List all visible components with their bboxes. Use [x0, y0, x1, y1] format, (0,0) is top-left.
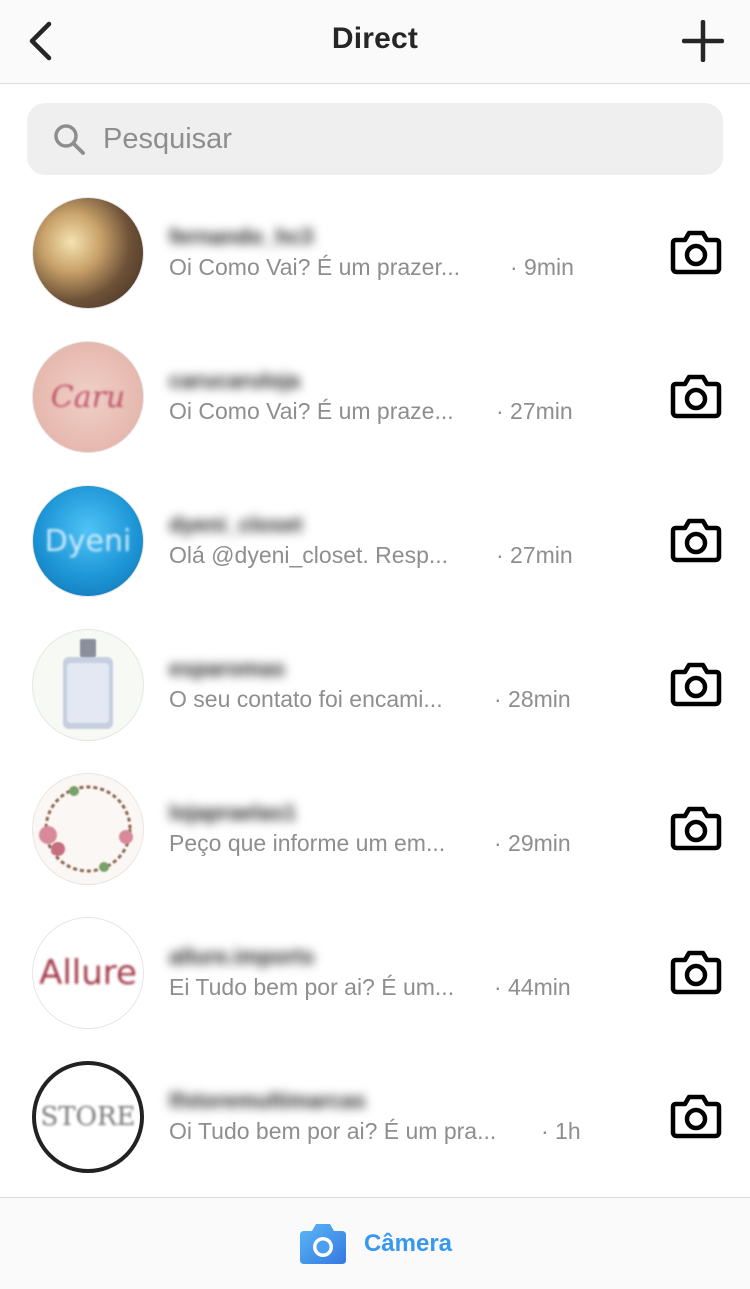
thread-row[interactable]: STORE lfstoremultimarcas Oi Tudo bem por… [0, 1044, 750, 1188]
camera-icon [670, 1094, 722, 1139]
thread-preview: Oi Como Vai? É um prazer... [169, 254, 461, 280]
thread-preview: Oi Tudo bem por ai? É um pra... [169, 1118, 497, 1144]
thread-list: fernando_hc3 Oi Como Vai? É um prazer...… [0, 180, 750, 1188]
thread-username: esparomas [169, 656, 286, 681]
reply-camera-button[interactable] [668, 656, 724, 712]
reply-camera-button[interactable] [668, 224, 724, 280]
camera-icon [299, 1223, 346, 1264]
thread-preview: O seu contato foi encami... [169, 686, 443, 712]
search-bar[interactable] [27, 103, 723, 175]
reply-camera-button[interactable] [668, 800, 724, 856]
thread-username: carucaruloja [169, 368, 300, 393]
new-message-button[interactable] [678, 16, 728, 66]
reply-camera-button[interactable] [668, 368, 724, 424]
thread-username: lojapraelas1 [169, 800, 297, 825]
avatar: Caru [32, 341, 144, 453]
camera-footer-button[interactable]: Câmera [0, 1197, 750, 1289]
thread-username: dyeni_closet [169, 512, 303, 537]
search-icon [51, 121, 87, 157]
thread-preview: Oi Como Vai? É um praze... [169, 398, 454, 424]
top-bar: Direct [0, 0, 750, 84]
avatar: Dyeni [32, 485, 144, 597]
thread-time: · 44min [494, 974, 571, 1000]
avatar: STORE [32, 1061, 144, 1173]
page-title: Direct [331, 22, 419, 55]
thread-username: allure.imports [169, 944, 315, 969]
thread-row[interactable]: Caru carucaruloja Oi Como Vai? É um praz… [0, 324, 750, 468]
thread-preview: Ei Tudo bem por ai? É um... [169, 974, 455, 1000]
thread-time: · 9min [510, 254, 574, 280]
thread-username: lfstoremultimarcas [169, 1088, 366, 1113]
thread-preview: Peço que informe um em... [169, 830, 446, 856]
thread-row[interactable]: lojapraelas1 Peço que informe um em... ·… [0, 756, 750, 900]
camera-icon [670, 806, 722, 851]
reply-camera-button[interactable] [668, 1088, 724, 1144]
thread-row[interactable]: Dyeni dyeni_closet Olá @dyeni_closet. Re… [0, 468, 750, 612]
thread-row[interactable]: Allure allure.imports Ei Tudo bem por ai… [0, 900, 750, 1044]
reply-camera-button[interactable] [668, 944, 724, 1000]
thread-row[interactable]: esparomas O seu contato foi encami... · … [0, 612, 750, 756]
avatar [32, 773, 144, 885]
camera-label: Câmera [363, 1229, 453, 1257]
thread-time: · 27min [496, 398, 573, 424]
thread-row[interactable]: fernando_hc3 Oi Como Vai? É um prazer...… [0, 180, 750, 324]
camera-icon [670, 950, 722, 995]
avatar [32, 197, 144, 309]
reply-camera-button[interactable] [668, 512, 724, 568]
avatar: Allure [32, 917, 144, 1029]
avatar [32, 629, 144, 741]
camera-icon [670, 662, 722, 707]
camera-icon [670, 518, 722, 563]
plus-icon [682, 20, 724, 62]
thread-time: · 27min [496, 542, 573, 568]
thread-time: · 28min [494, 686, 571, 712]
thread-time: · 29min [494, 830, 571, 856]
thread-time: · 1h [541, 1118, 581, 1144]
thread-preview: Olá @dyeni_closet. Resp... [169, 542, 449, 568]
camera-icon [670, 230, 722, 275]
camera-icon [670, 374, 722, 419]
thread-username: fernando_hc3 [169, 224, 314, 249]
search-input[interactable] [103, 122, 663, 156]
